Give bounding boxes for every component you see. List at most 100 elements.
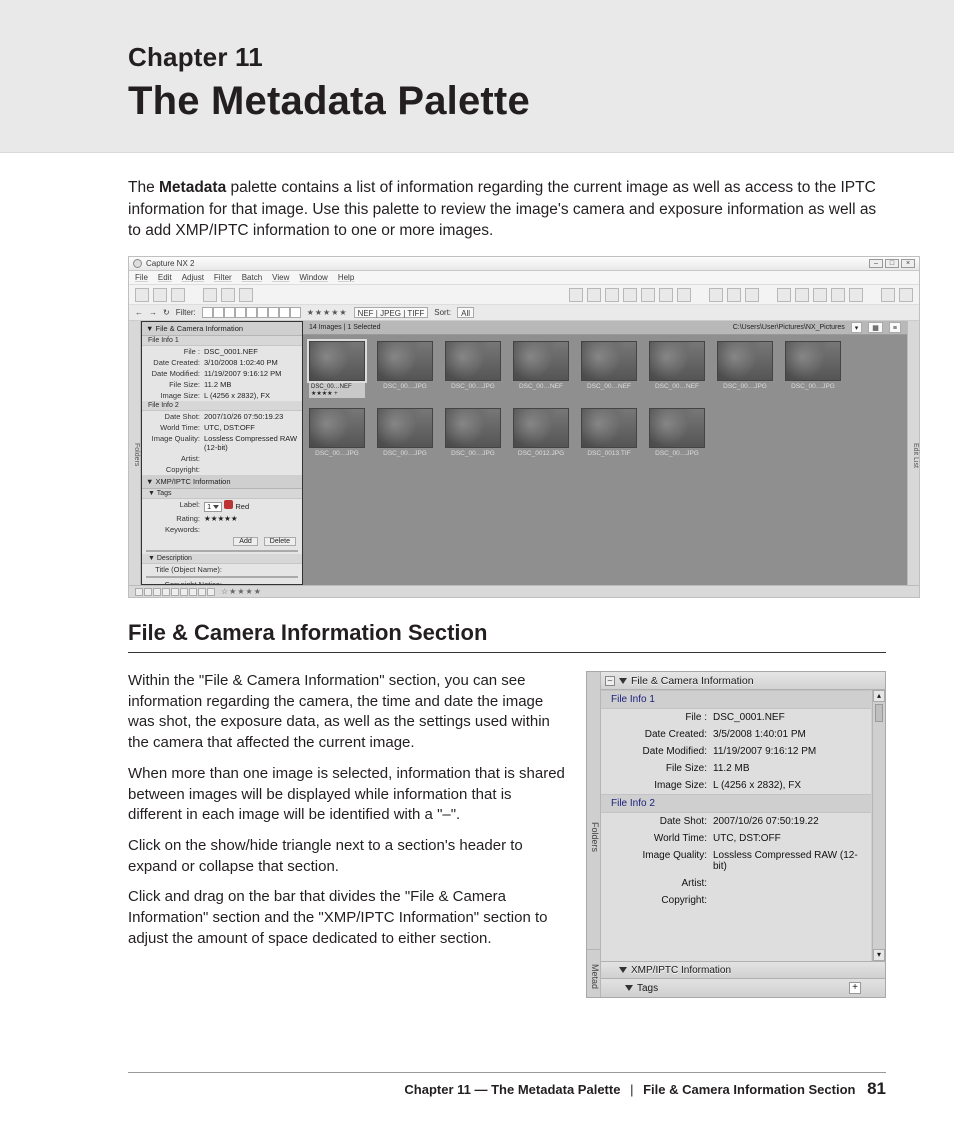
zoom-icon[interactable] — [605, 288, 619, 302]
mini-header-tags[interactable]: Tags + — [601, 979, 885, 997]
palette-header-xmp[interactable]: ▼ XMP/IPTC Information — [142, 475, 302, 489]
mini-scrollbar[interactable]: ▴ ▾ — [872, 690, 885, 961]
mini-subhdr-fileinfo2[interactable]: File Info 2 — [601, 794, 871, 813]
layout-icon[interactable] — [153, 288, 167, 302]
sort-label: Sort: — [434, 308, 451, 317]
delete-button[interactable]: Delete — [264, 537, 296, 546]
reload-icon[interactable]: ↻ — [163, 308, 170, 317]
window-titlebar[interactable]: Capture NX 2 – □ × — [129, 257, 919, 271]
browser-view-b-icon[interactable]: ≡ — [889, 322, 901, 333]
thumbnail[interactable]: DSC_00…JPG — [309, 408, 365, 457]
page-number: 81 — [867, 1079, 886, 1098]
brush-icon[interactable] — [813, 288, 827, 302]
thumbnail[interactable]: DSC_00…NEF — [581, 341, 637, 398]
rating-stars[interactable]: ★★★★★ — [204, 514, 298, 523]
compare-b-icon[interactable] — [899, 288, 913, 302]
sidebar-tab-folders[interactable]: Folders — [129, 321, 141, 585]
thumbnail-selected[interactable]: DSC_00…NEF★★★★ + — [309, 341, 365, 398]
fill-icon[interactable] — [849, 288, 863, 302]
thumbnail[interactable]: DSC_0013.TIF — [581, 408, 637, 457]
compare-a-icon[interactable] — [881, 288, 895, 302]
thumbnail[interactable]: DSC_00…JPG — [717, 341, 773, 398]
browser-path-dropdown-icon[interactable]: ▾ — [851, 322, 863, 333]
label-dropdown[interactable]: 1 — [204, 502, 222, 512]
mini-header-file-camera[interactable]: – File & Camera Information — [601, 672, 885, 690]
close-button[interactable]: × — [901, 259, 915, 268]
label-color-boxes[interactable] — [202, 307, 301, 318]
menu-filter[interactable]: Filter — [214, 273, 232, 282]
thumbnail[interactable]: DSC_00…JPG — [445, 408, 501, 457]
hand-icon[interactable] — [587, 288, 601, 302]
scroll-up-icon[interactable]: ▴ — [873, 690, 885, 702]
save-icon[interactable] — [221, 288, 235, 302]
menu-window[interactable]: Window — [299, 273, 327, 282]
section-file-info-1[interactable]: File Info 1 — [142, 336, 302, 346]
mini-tab-metadata[interactable]: Metad — [587, 949, 601, 997]
collapse-toggle-icon[interactable]: – — [605, 676, 615, 686]
section-description[interactable]: ▼ Description — [142, 554, 302, 564]
body-paragraph: When more than one image is selected, in… — [128, 764, 568, 826]
section-file-info-2[interactable]: File Info 2 — [142, 401, 302, 411]
format-chip[interactable]: NEF | JPEG | TIFF — [354, 307, 429, 318]
thumbnail[interactable]: DSC_00…JPG — [377, 341, 433, 398]
disclosure-triangle-icon[interactable] — [619, 678, 627, 684]
body-paragraph: Within the "File & Camera Information" s… — [128, 671, 568, 754]
thumbnail[interactable]: DSC_00…JPG — [377, 408, 433, 457]
mini-subhdr-fileinfo1[interactable]: File Info 1 — [601, 690, 871, 709]
browser-path: C:\Users\User\Pictures\NX_Pictures — [733, 324, 845, 331]
menu-batch[interactable]: Batch — [242, 273, 262, 282]
status-stars[interactable]: ☆★★★★ — [221, 587, 262, 596]
sort-select[interactable]: All — [457, 307, 474, 318]
chapter-title: The Metadata Palette — [128, 79, 954, 124]
disclosure-triangle-icon[interactable] — [625, 985, 633, 991]
thumbnail[interactable]: DSC_00…NEF — [649, 341, 705, 398]
add-tag-icon[interactable]: + — [849, 982, 861, 994]
keywords-text-area[interactable] — [146, 550, 298, 552]
title-field[interactable] — [146, 576, 298, 578]
menu-help[interactable]: Help — [338, 273, 354, 282]
controlpoint-icon[interactable] — [795, 288, 809, 302]
menu-edit[interactable]: Edit — [158, 273, 172, 282]
eyedropper-icon[interactable] — [727, 288, 741, 302]
sidebar-tab-edit-list[interactable]: Edit List — [907, 321, 919, 585]
open-icon[interactable] — [203, 288, 217, 302]
maximize-button[interactable]: □ — [885, 259, 899, 268]
neutral-icon[interactable] — [745, 288, 759, 302]
arrow-icon[interactable] — [569, 288, 583, 302]
whitebalance-icon[interactable] — [709, 288, 723, 302]
thumbnail[interactable]: DSC_0012.JPG — [513, 408, 569, 457]
thumbnail[interactable]: DSC_00…JPG — [445, 341, 501, 398]
disclosure-triangle-icon[interactable] — [619, 967, 627, 973]
browser-view-a-icon[interactable]: ▦ — [868, 322, 883, 333]
mini-header-xmp[interactable]: XMP/IPTC Information — [601, 961, 885, 979]
chapter-label: Chapter 11 — [128, 42, 954, 73]
lasso-icon[interactable] — [777, 288, 791, 302]
straighten-icon[interactable] — [659, 288, 673, 302]
grid-icon[interactable] — [135, 288, 149, 302]
section-tags[interactable]: ▼ Tags — [142, 489, 302, 499]
rotate-cw-icon[interactable] — [641, 288, 655, 302]
scroll-thumb[interactable] — [875, 704, 883, 722]
chapter-header: Chapter 11 The Metadata Palette — [0, 0, 954, 153]
filter-stars[interactable]: ★★★★★ — [307, 308, 348, 317]
add-button[interactable]: Add — [233, 537, 257, 546]
minimize-button[interactable]: – — [869, 259, 883, 268]
folder-icon[interactable] — [171, 288, 185, 302]
menu-file[interactable]: File — [135, 273, 148, 282]
section-divider — [128, 652, 886, 653]
crop-icon[interactable] — [677, 288, 691, 302]
scroll-down-icon[interactable]: ▾ — [873, 949, 885, 961]
rotate-ccw-icon[interactable] — [623, 288, 637, 302]
menu-adjust[interactable]: Adjust — [182, 273, 204, 282]
gradient-icon[interactable] — [831, 288, 845, 302]
toolbar-top — [129, 285, 919, 305]
thumbnail[interactable]: DSC_00…JPG — [649, 408, 705, 457]
page-footer: Chapter 11 — The Metadata Palette | File… — [128, 1072, 886, 1099]
status-bar: ☆★★★★ — [129, 585, 919, 597]
thumbnail[interactable]: DSC_00…NEF — [513, 341, 569, 398]
palette-header-file-camera[interactable]: ▼ File & Camera Information — [142, 322, 302, 336]
menu-view[interactable]: View — [272, 273, 289, 282]
print-icon[interactable] — [239, 288, 253, 302]
body-paragraph: Click and drag on the bar that divides t… — [128, 887, 568, 949]
thumbnail[interactable]: DSC_00…JPG — [785, 341, 841, 398]
